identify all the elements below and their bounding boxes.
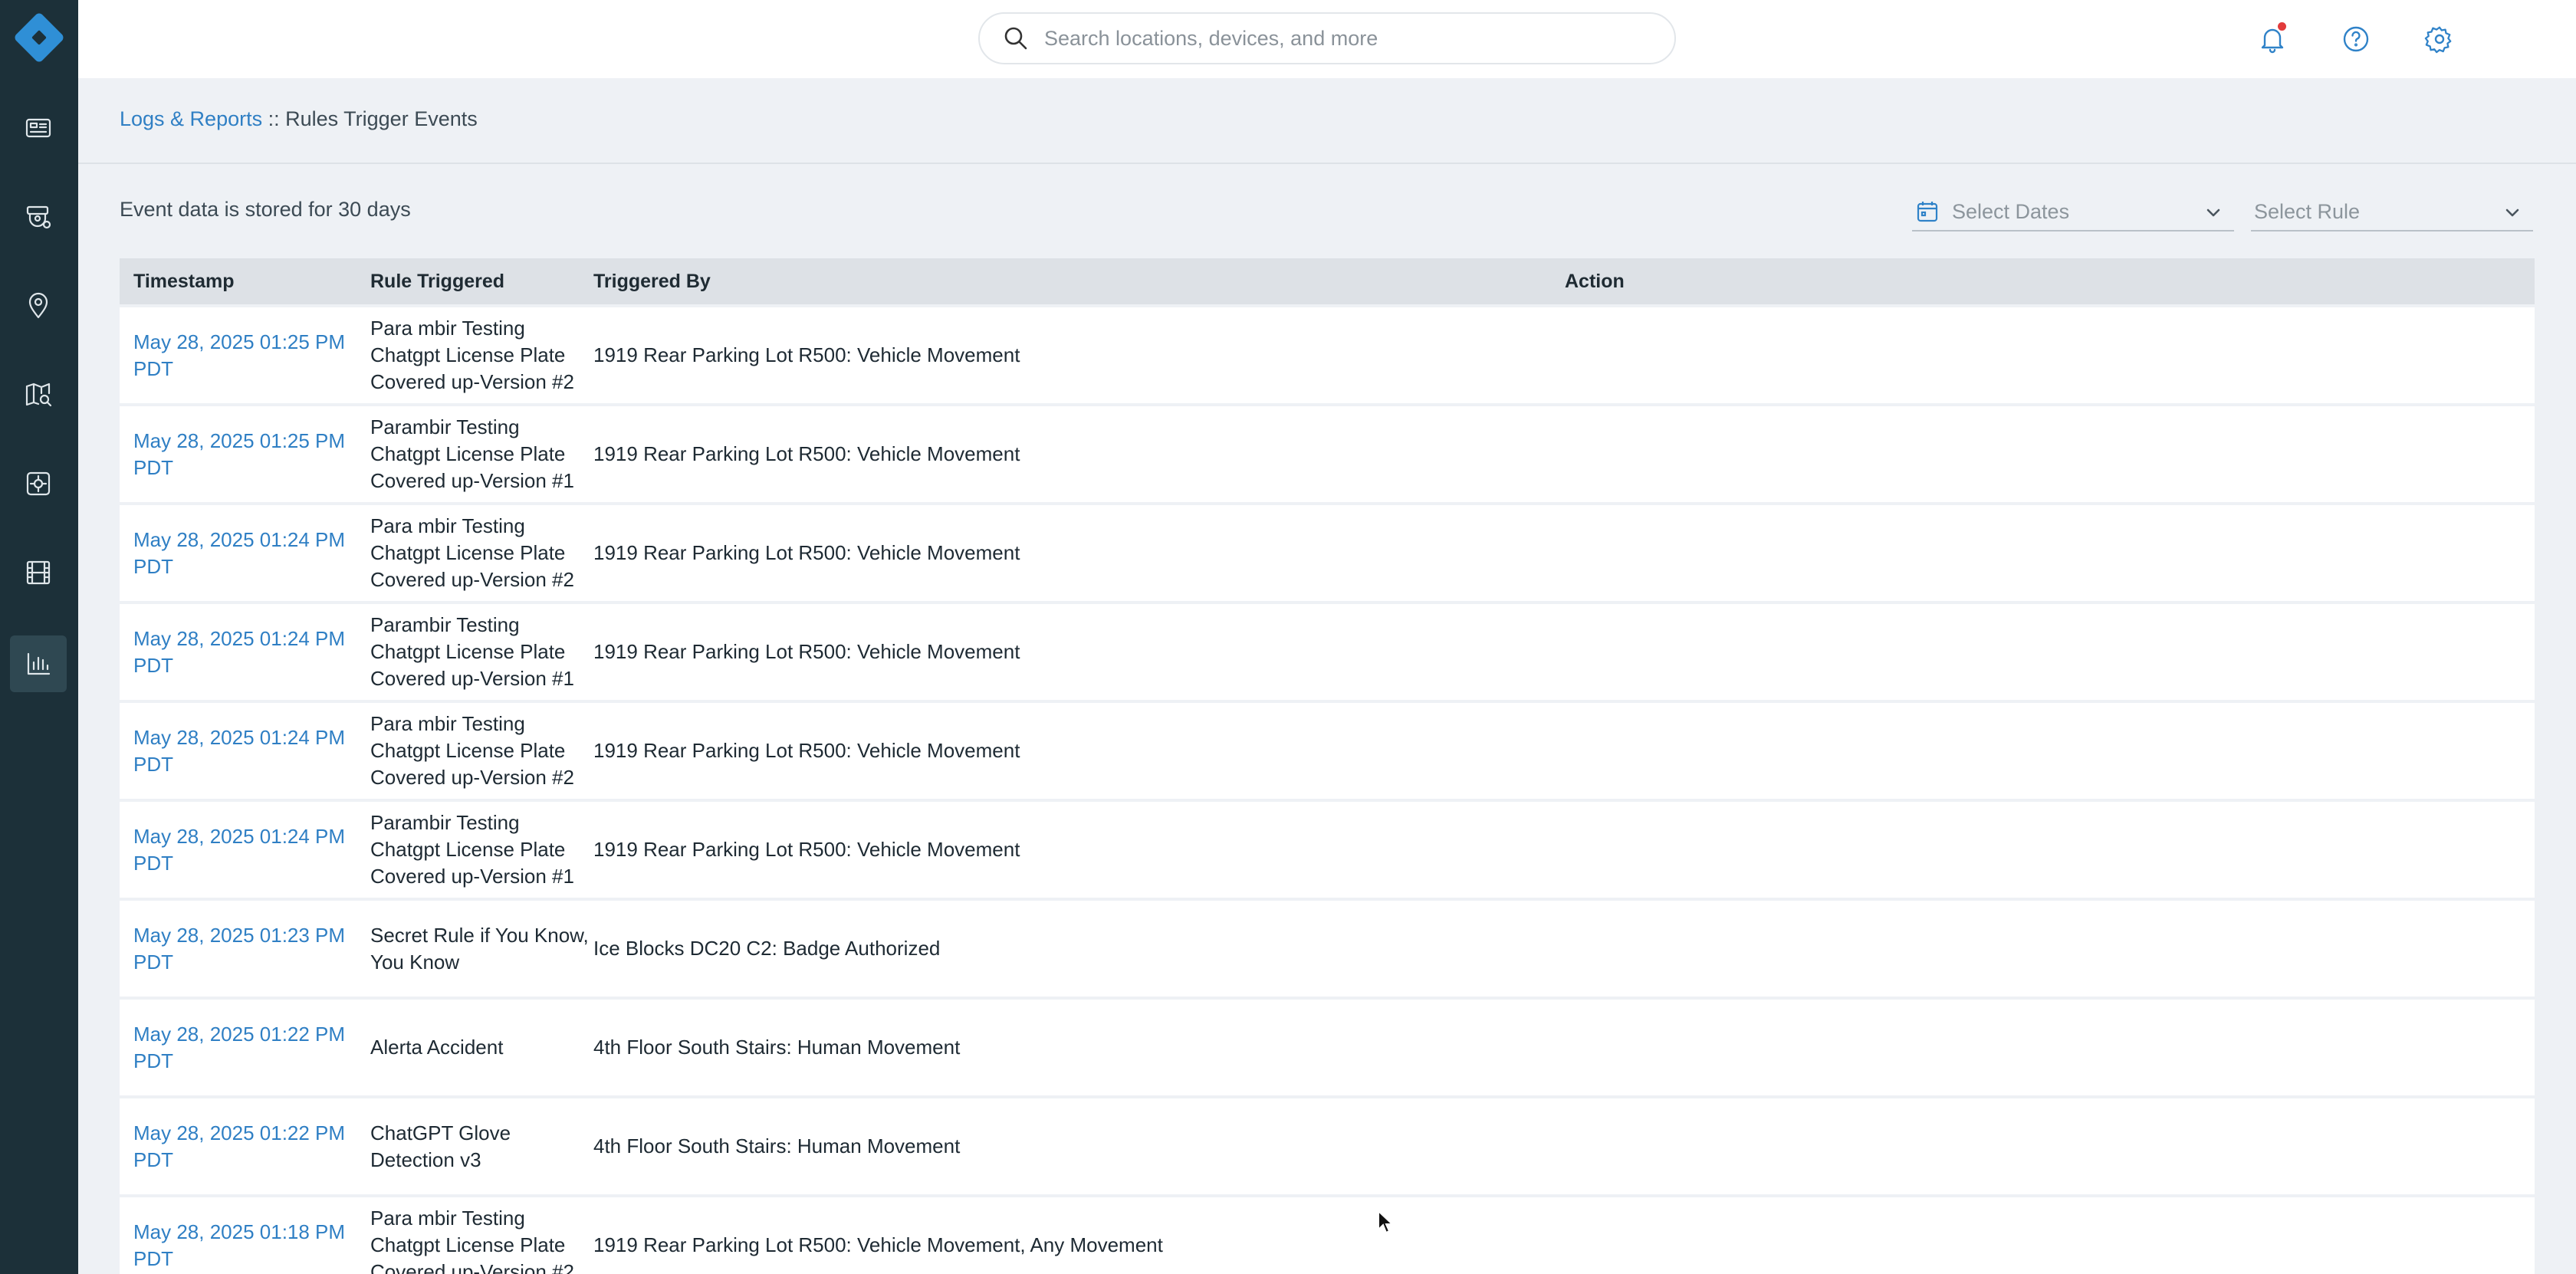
notification-dot [2278,22,2286,31]
table-row[interactable]: May 28, 2025 01:22 PM PDT Alerta Accident… [120,1000,2535,1095]
mouse-cursor [1378,1210,1395,1234]
row-timestamp[interactable]: May 28, 2025 01:22 PM PDT [120,1021,370,1075]
row-triggered-by: 1919 Rear Parking Lot R500: Vehicle Move… [593,1233,1163,1256]
column-header-action[interactable]: Action [1565,271,2535,293]
row-triggered-by: Ice Blocks DC20 C2: Badge Authorized [593,937,941,960]
help-icon [2343,26,2369,52]
date-range-select[interactable]: Select Dates [1912,193,2234,231]
row-triggered-by: 1919 Rear Parking Lot R500: Vehicle Move… [593,541,1020,564]
row-timestamp[interactable]: May 28, 2025 01:24 PM PDT [120,626,370,679]
row-rule-triggered: Parambir Testing Chatgpt License Plate C… [370,811,574,888]
app-logo[interactable] [12,11,66,64]
retention-note: Event data is stored for 30 days [120,198,411,221]
row-rule-triggered: Parambir Testing Chatgpt License Plate C… [370,613,574,690]
analytics-icon [26,471,51,496]
row-rule-triggered: Para mbir Testing Chatgpt License Plate … [370,712,574,789]
sidebar [0,0,78,1274]
breadcrumb-separator: :: [262,107,286,130]
row-rule-triggered: Para mbir Testing Chatgpt License Plate … [370,1207,574,1274]
page-title: Rules Trigger Events [285,107,478,130]
search-icon [1004,27,1027,50]
column-header-triggered-by[interactable]: Triggered By [593,271,1565,293]
row-rule-triggered: Alerta Accident [370,1036,504,1059]
settings-button[interactable] [2420,20,2459,58]
calendar-icon [1917,202,1938,222]
events-table: Timestamp Rule Triggered Triggered By Ac… [120,258,2535,1274]
date-range-placeholder: Select Dates [1952,199,2070,223]
help-button[interactable] [2337,20,2375,58]
table-row[interactable]: May 28, 2025 01:18 PM PDT Para mbir Testi… [120,1197,2535,1274]
row-timestamp[interactable]: May 28, 2025 01:24 PM PDT [120,724,370,778]
search-input[interactable] [1044,26,1642,51]
table-row[interactable]: May 28, 2025 01:24 PM PDT Parambir Testin… [120,802,2535,898]
table-row[interactable]: May 28, 2025 01:25 PM PDT Para mbir Testi… [120,307,2535,403]
row-rule-triggered: Para mbir Testing Chatgpt License Plate … [370,514,574,591]
sidebar-item-recordings[interactable] [10,544,67,601]
row-triggered-by: 1919 Rear Parking Lot R500: Vehicle Move… [593,739,1020,762]
breadcrumb-bar: Logs & Reports :: Rules Trigger Events [78,78,2576,164]
row-triggered-by: 1919 Rear Parking Lot R500: Vehicle Move… [593,838,1020,861]
row-timestamp[interactable]: May 28, 2025 01:23 PM PDT [120,922,370,976]
row-triggered-by: 4th Floor South Stairs: Human Movement [593,1036,961,1059]
rule-select-placeholder: Select Rule [2254,199,2361,223]
row-triggered-by: 4th Floor South Stairs: Human Movement [593,1134,961,1157]
map-search-icon [25,383,52,407]
row-timestamp[interactable]: May 28, 2025 01:25 PM PDT [120,428,370,481]
row-timestamp[interactable]: May 28, 2025 01:25 PM PDT [120,329,370,383]
table-row[interactable]: May 28, 2025 01:23 PM PDT Secret Rule if … [120,901,2535,997]
row-rule-triggered: ChatGPT Glove Detection v3 [370,1121,511,1171]
row-timestamp[interactable]: May 28, 2025 01:24 PM PDT [120,527,370,580]
table-row[interactable]: May 28, 2025 01:22 PM PDT ChatGPT Glove D… [120,1098,2535,1194]
table-row[interactable]: May 28, 2025 01:24 PM PDT Para mbir Testi… [120,505,2535,601]
bar-chart-icon [27,652,51,675]
chevron-down-icon [2505,209,2519,217]
dashboard-icon [25,118,51,138]
location-pin-icon [28,292,48,319]
sidebar-item-cameras[interactable] [10,189,67,245]
row-triggered-by: 1919 Rear Parking Lot R500: Vehicle Move… [593,442,1020,465]
sidebar-item-reports[interactable] [10,635,67,692]
gear-icon [2424,26,2452,54]
table-row[interactable]: May 28, 2025 01:24 PM PDT Para mbir Testi… [120,703,2535,799]
table-row[interactable]: May 28, 2025 01:24 PM PDT Parambir Testin… [120,604,2535,700]
table-row[interactable]: May 28, 2025 01:25 PM PDT Parambir Testin… [120,406,2535,502]
column-header-rule[interactable]: Rule Triggered [370,271,593,293]
row-rule-triggered: Secret Rule if You Know, You Know [370,923,589,974]
row-rule-triggered: Para mbir Testing Chatgpt License Plate … [370,317,574,393]
rule-select[interactable]: Select Rule [2251,193,2533,231]
column-header-timestamp[interactable]: Timestamp [120,271,370,293]
row-rule-triggered: Parambir Testing Chatgpt License Plate C… [370,415,574,492]
table-header: Timestamp Rule Triggered Triggered By Ac… [120,258,2535,304]
row-timestamp[interactable]: May 28, 2025 01:24 PM PDT [120,823,370,877]
sidebar-item-analytics[interactable] [10,455,67,512]
row-timestamp[interactable]: May 28, 2025 01:18 PM PDT [120,1219,370,1272]
chevron-down-icon [2206,209,2220,217]
global-search[interactable] [978,12,1676,64]
row-timestamp[interactable]: May 28, 2025 01:22 PM PDT [120,1120,370,1174]
row-triggered-by: 1919 Rear Parking Lot R500: Vehicle Move… [593,343,1020,366]
sidebar-item-locations[interactable] [10,277,67,334]
film-icon [26,560,51,585]
sidebar-item-dashboard[interactable] [10,100,67,156]
breadcrumb-logs-reports[interactable]: Logs & Reports [120,107,262,130]
notifications-button[interactable] [2253,20,2292,58]
sidebar-item-maps[interactable] [10,366,67,423]
camera-icon [26,205,51,229]
row-triggered-by: 1919 Rear Parking Lot R500: Vehicle Move… [593,640,1020,663]
top-bar: EN [78,0,2576,78]
breadcrumb: Logs & Reports :: Rules Trigger Events [120,107,478,131]
table-body: May 28, 2025 01:25 PM PDT Para mbir Testi… [120,307,2535,1274]
